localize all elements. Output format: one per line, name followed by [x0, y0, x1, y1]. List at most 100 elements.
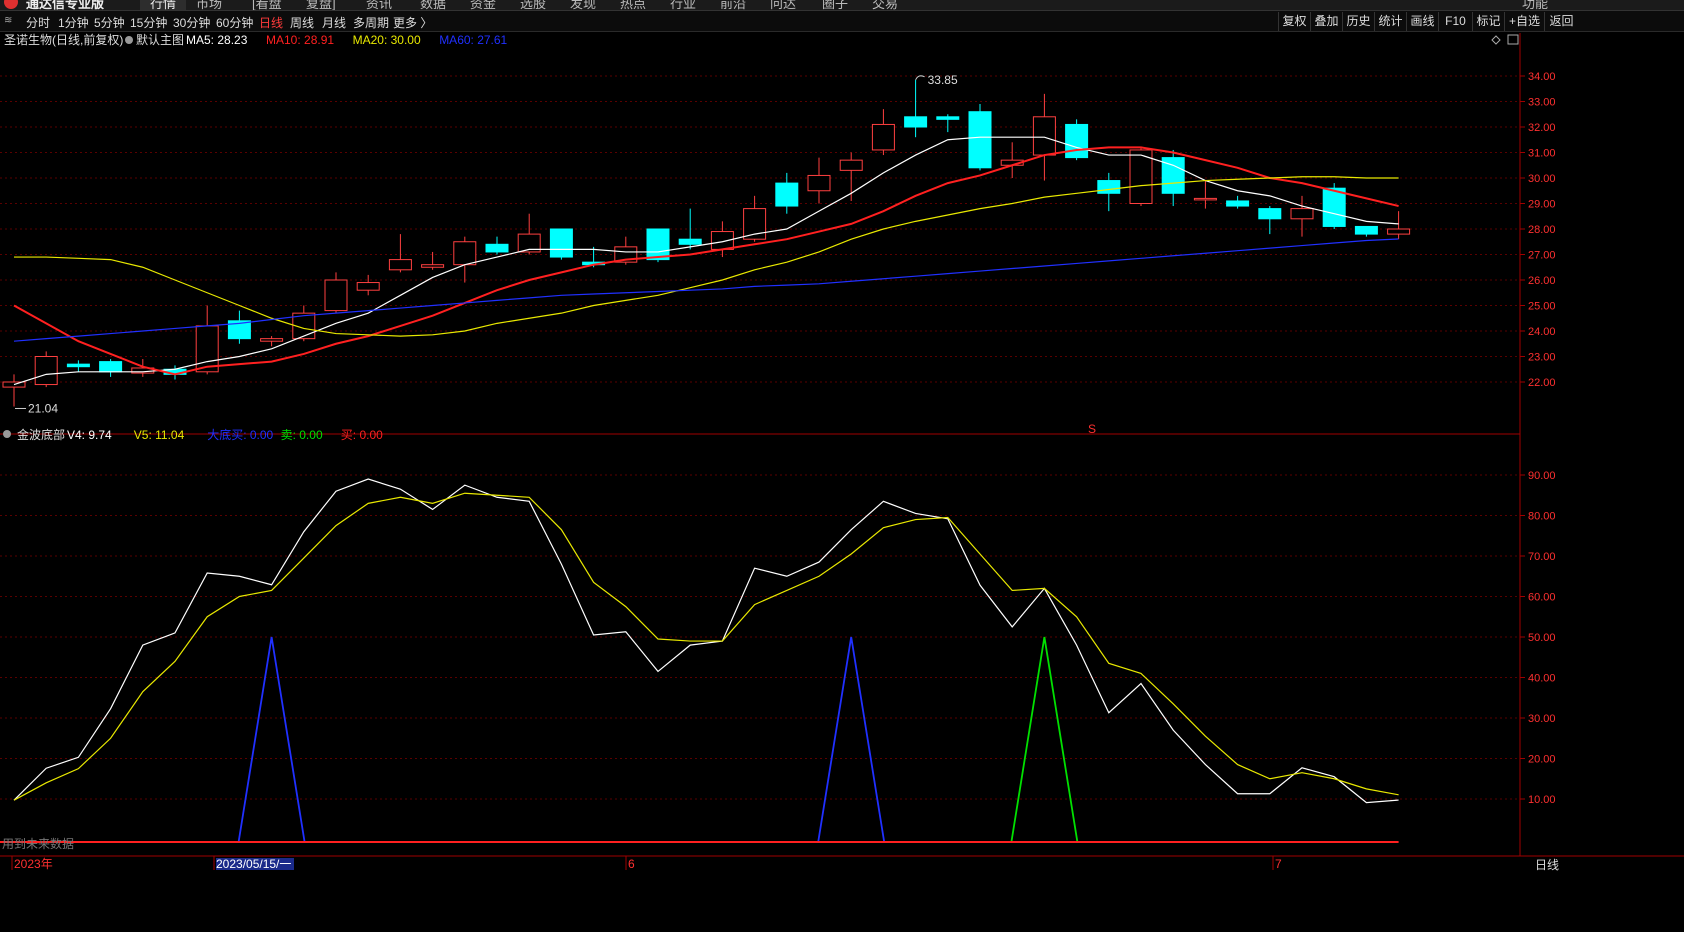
- template-label[interactable]: 默认主图: [136, 33, 184, 47]
- candle[interactable]: [388, 234, 412, 273]
- collapse-icon[interactable]: ≋: [4, 15, 16, 27]
- candle[interactable]: [775, 172, 799, 214]
- period-toolbar: ≋ 分时 1分钟 5分钟 15分钟 30分钟 60分钟 日线 周线 月线 多周期…: [0, 11, 1684, 32]
- stock-title: 圣诺生物(日线,前复权): [4, 33, 123, 47]
- period-monthly[interactable]: 月线: [322, 14, 346, 31]
- period-intraday[interactable]: 分时: [26, 14, 50, 31]
- menu-item-frontier[interactable]: 前沿: [720, 0, 746, 10]
- tool-back[interactable]: 返回: [1544, 12, 1578, 31]
- period-60min[interactable]: 60分钟: [216, 14, 253, 31]
- tool-overlay[interactable]: 叠加: [1310, 12, 1342, 31]
- menu-item-quotes[interactable]: 行情: [140, 0, 187, 10]
- candle-body: [260, 338, 284, 342]
- price-tick-label: 26.00: [1528, 275, 1556, 287]
- candle[interactable]: [227, 310, 251, 344]
- tool-mark[interactable]: 标记: [1472, 12, 1504, 31]
- menu-item-hot[interactable]: 热点: [620, 0, 646, 10]
- candle[interactable]: [1161, 149, 1185, 207]
- indicator-name[interactable]: 金波底部: [17, 427, 65, 442]
- tool-f10[interactable]: F10: [1438, 12, 1472, 31]
- tool-adjust[interactable]: 复权: [1278, 12, 1310, 31]
- indicator-tick-label: 90.00: [1528, 470, 1556, 482]
- candle-body: [1354, 225, 1378, 235]
- candle[interactable]: [936, 114, 960, 133]
- candle[interactable]: [1226, 195, 1250, 209]
- candle[interactable]: [743, 195, 767, 242]
- candle-body: [775, 182, 799, 207]
- candle[interactable]: [1065, 119, 1089, 161]
- menu-item-market[interactable]: 市场: [196, 0, 222, 10]
- menu-item-industry[interactable]: 行业: [670, 0, 696, 10]
- chart-area[interactable]: 34.00 33.00 32.00 31.00 30.00 29.00 28.00 27.00…: [0, 33, 1684, 932]
- menu-item-circle[interactable]: 圈子: [822, 0, 848, 10]
- menu-item-data[interactable]: 数据: [420, 0, 446, 10]
- candle[interactable]: [1354, 225, 1378, 237]
- indicator-dropdown-icon[interactable]: [3, 430, 11, 438]
- candle[interactable]: [324, 272, 348, 314]
- panel-toggle-icon[interactable]: [1507, 34, 1519, 45]
- candle[interactable]: [517, 213, 541, 255]
- tool-stats[interactable]: 统计: [1374, 12, 1406, 31]
- candle[interactable]: [1000, 142, 1024, 178]
- candle-body: [388, 259, 412, 271]
- menu-item-discover[interactable]: 发现: [570, 0, 596, 10]
- period-weekly[interactable]: 周线: [290, 14, 314, 31]
- candle[interactable]: [710, 221, 734, 258]
- period-15min[interactable]: 15分钟: [130, 14, 167, 31]
- menu-item-watch[interactable]: [看盘: [252, 0, 282, 10]
- indicator-label-2: 大底买: 0.00: [207, 427, 273, 442]
- period-5min[interactable]: 5分钟: [94, 14, 125, 31]
- candle[interactable]: [1129, 147, 1153, 207]
- menu-item-trade[interactable]: 交易: [872, 0, 898, 10]
- indicator-tick-label: 20.00: [1528, 754, 1556, 766]
- menu-item-stock-picker[interactable]: 选股: [520, 0, 546, 10]
- candle[interactable]: [485, 236, 509, 255]
- candle[interactable]: [904, 79, 928, 138]
- candle[interactable]: [356, 274, 380, 296]
- menu-item-news[interactable]: 资讯: [366, 0, 392, 10]
- candle-body: [1065, 123, 1089, 159]
- ma-label-2: MA20: 30.00: [353, 33, 421, 47]
- period-multi[interactable]: 多周期: [353, 14, 389, 31]
- menu-item-funds[interactable]: 资金: [470, 0, 496, 10]
- candle-body: [1097, 180, 1121, 194]
- candle-body: [1226, 200, 1250, 207]
- candle[interactable]: [807, 157, 831, 204]
- candle[interactable]: [66, 360, 90, 372]
- period-1min[interactable]: 1分钟: [58, 14, 89, 31]
- candle[interactable]: [1258, 206, 1282, 235]
- candle[interactable]: [1097, 172, 1121, 212]
- price-tick-label: 30.00: [1528, 173, 1556, 185]
- tool-draw[interactable]: 画线: [1406, 12, 1438, 31]
- candle-body: [807, 174, 831, 192]
- candle[interactable]: [99, 359, 123, 377]
- candle-body: [324, 279, 348, 312]
- menu-item-functions[interactable]: 功能: [1522, 0, 1548, 10]
- candle[interactable]: [34, 351, 58, 388]
- menu-item-ask[interactable]: 问达: [770, 0, 796, 10]
- candle-body: [453, 241, 477, 266]
- menu-item-replay[interactable]: 复盘]: [306, 0, 336, 10]
- price-tick-label: 24.00: [1528, 326, 1556, 338]
- high-label: 33.85: [928, 73, 958, 87]
- candle[interactable]: [678, 208, 702, 250]
- candle[interactable]: [549, 228, 573, 260]
- period-daily[interactable]: 日线: [259, 14, 283, 31]
- tool-add-watchlist[interactable]: +自选: [1504, 12, 1544, 31]
- period-30min[interactable]: 30分钟: [173, 14, 210, 31]
- candle[interactable]: [1290, 195, 1314, 237]
- candle[interactable]: [871, 109, 895, 156]
- ma-label-0: MA5: 28.23: [186, 33, 248, 47]
- template-dropdown-icon[interactable]: [125, 36, 133, 44]
- candle[interactable]: [2, 374, 26, 407]
- tool-history[interactable]: 历史: [1342, 12, 1374, 31]
- candle[interactable]: [453, 236, 477, 283]
- candle[interactable]: [1193, 180, 1217, 209]
- candle-body: [356, 282, 380, 291]
- candle[interactable]: [1387, 211, 1411, 240]
- period-more[interactable]: 更多 〉: [393, 14, 432, 31]
- price-tick-label: 29.00: [1528, 199, 1556, 211]
- candle-body: [421, 264, 445, 268]
- diamond-icon[interactable]: [1491, 35, 1501, 45]
- candle[interactable]: [260, 336, 284, 347]
